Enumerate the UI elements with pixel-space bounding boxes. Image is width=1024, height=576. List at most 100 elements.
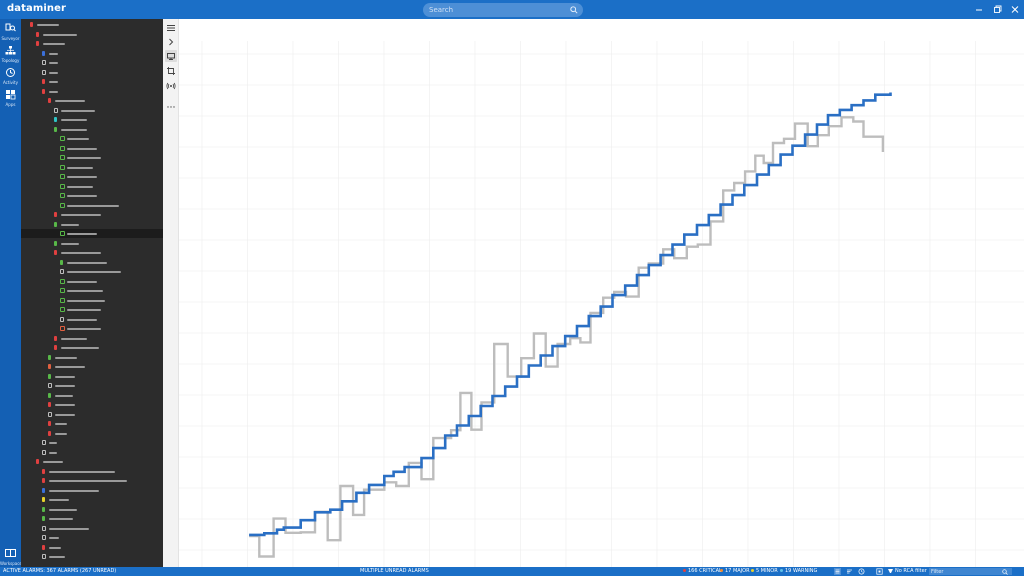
- tree-node[interactable]: [21, 77, 163, 86]
- tree-node[interactable]: [21, 486, 163, 495]
- alarm-state-indicator: [42, 497, 45, 502]
- trend-line-primary[interactable]: [249, 92, 892, 537]
- tree-node[interactable]: [21, 476, 163, 485]
- restore-icon[interactable]: [991, 4, 1003, 15]
- search-icon[interactable]: [570, 6, 578, 14]
- apps-icon: [6, 90, 16, 100]
- tree-node[interactable]: [21, 229, 163, 238]
- tree-node[interactable]: [21, 315, 163, 324]
- alarm-filter-input[interactable]: [931, 568, 991, 575]
- tree-node[interactable]: [21, 410, 163, 419]
- history-icon[interactable]: [858, 568, 865, 575]
- tree-node[interactable]: [21, 49, 163, 58]
- tree-node[interactable]: [21, 134, 163, 143]
- tree-node[interactable]: [21, 438, 163, 447]
- tree-node[interactable]: [21, 353, 163, 362]
- tree-node[interactable]: [21, 96, 163, 105]
- tree-node[interactable]: [21, 106, 163, 115]
- tree-node[interactable]: [21, 191, 163, 200]
- details-view-icon[interactable]: [846, 568, 853, 575]
- tree-node[interactable]: [21, 552, 163, 561]
- tree-node[interactable]: [21, 115, 163, 124]
- close-icon[interactable]: [1009, 4, 1021, 15]
- tree-node[interactable]: [21, 30, 163, 39]
- tree-node-label: [67, 299, 105, 302]
- tree-node[interactable]: [21, 362, 163, 371]
- broadcast-icon: [166, 82, 176, 90]
- tree-node[interactable]: [21, 172, 163, 181]
- tree-node[interactable]: [21, 429, 163, 438]
- tree-node-label: [67, 157, 101, 159]
- menu-button[interactable]: [165, 22, 177, 34]
- alarm-state-indicator: [48, 430, 51, 436]
- tree-node[interactable]: [21, 381, 163, 390]
- tree-node[interactable]: [21, 248, 163, 257]
- tree-node[interactable]: [21, 334, 163, 343]
- data-view-button[interactable]: [165, 50, 177, 62]
- minor-count[interactable]: 5 MINOR: [751, 568, 778, 574]
- tree-node[interactable]: [21, 220, 163, 229]
- tree-node[interactable]: [21, 467, 163, 476]
- view-icon: [42, 554, 46, 559]
- nav-item-surveyor[interactable]: Surveyor: [0, 22, 21, 44]
- tree-node[interactable]: [21, 514, 163, 523]
- tree-node[interactable]: [21, 543, 163, 552]
- tree-node[interactable]: [21, 400, 163, 409]
- tree-node[interactable]: [21, 144, 163, 153]
- tree-node[interactable]: [21, 20, 163, 29]
- minimize-icon[interactable]: [973, 4, 985, 15]
- search-input[interactable]: [429, 3, 559, 17]
- nav-item-workspace[interactable]: Workspace: [0, 547, 22, 569]
- tree-node[interactable]: [21, 505, 163, 514]
- tree-node[interactable]: [21, 277, 163, 286]
- tree-node[interactable]: [21, 125, 163, 134]
- active-alarms-summary[interactable]: ACTIVE ALARMS: 367 ALARMS (267 UNREAD): [3, 568, 116, 574]
- tree-node[interactable]: [21, 87, 163, 96]
- rca-filter-toggle[interactable]: No RCA filter: [888, 568, 927, 574]
- list-view-icon[interactable]: [834, 568, 841, 575]
- tree-node[interactable]: [21, 153, 163, 162]
- alarm-filter[interactable]: [929, 568, 1012, 575]
- tree-node[interactable]: [21, 305, 163, 314]
- tree-node[interactable]: [21, 296, 163, 305]
- major-count[interactable]: 17 MAJOR: [720, 568, 750, 574]
- tree-node[interactable]: [21, 201, 163, 210]
- alarm-state-indicator: [54, 221, 57, 227]
- tree-node[interactable]: [21, 163, 163, 172]
- nav-item-apps[interactable]: Apps: [0, 88, 21, 110]
- tree-node[interactable]: [21, 495, 163, 504]
- tree-node[interactable]: [21, 258, 163, 267]
- tree-node[interactable]: [21, 39, 163, 48]
- search-box[interactable]: [423, 3, 583, 17]
- unread-alarms-notice[interactable]: MULTIPLE UNREAD ALARMS: [360, 568, 429, 574]
- tree-node[interactable]: [21, 267, 163, 276]
- trend-chart[interactable]: [179, 19, 1024, 567]
- tree-node[interactable]: [21, 58, 163, 67]
- tree-node[interactable]: [21, 239, 163, 248]
- nav-item-activity[interactable]: Activity: [0, 66, 21, 88]
- tree-node[interactable]: [21, 524, 163, 533]
- more-options-button[interactable]: [165, 101, 177, 113]
- tree-node[interactable]: [21, 324, 163, 333]
- tree-node[interactable]: [21, 286, 163, 295]
- tree-node[interactable]: [21, 210, 163, 219]
- tree-node[interactable]: [21, 343, 163, 352]
- tree-node[interactable]: [21, 457, 163, 466]
- tree-node[interactable]: [21, 419, 163, 428]
- visual-button[interactable]: [165, 65, 177, 77]
- tree-node[interactable]: [21, 372, 163, 381]
- element-icon: [60, 231, 65, 236]
- tree-node[interactable]: [21, 391, 163, 400]
- warning-count[interactable]: 19 WARNING: [780, 568, 817, 574]
- critical-count[interactable]: 166 CRITICAL: [683, 568, 722, 574]
- nav-item-topology[interactable]: Topology: [0, 44, 21, 66]
- tree-node[interactable]: [21, 182, 163, 191]
- tree-node[interactable]: [21, 68, 163, 77]
- trend-chart-plot[interactable]: [179, 19, 1024, 567]
- tree-node[interactable]: [21, 448, 163, 457]
- filter-search-icon[interactable]: [1002, 569, 1008, 575]
- tree-node[interactable]: [21, 533, 163, 542]
- stream-button[interactable]: [165, 80, 177, 92]
- expand-button[interactable]: [165, 36, 177, 48]
- focus-frame-icon[interactable]: [876, 568, 883, 575]
